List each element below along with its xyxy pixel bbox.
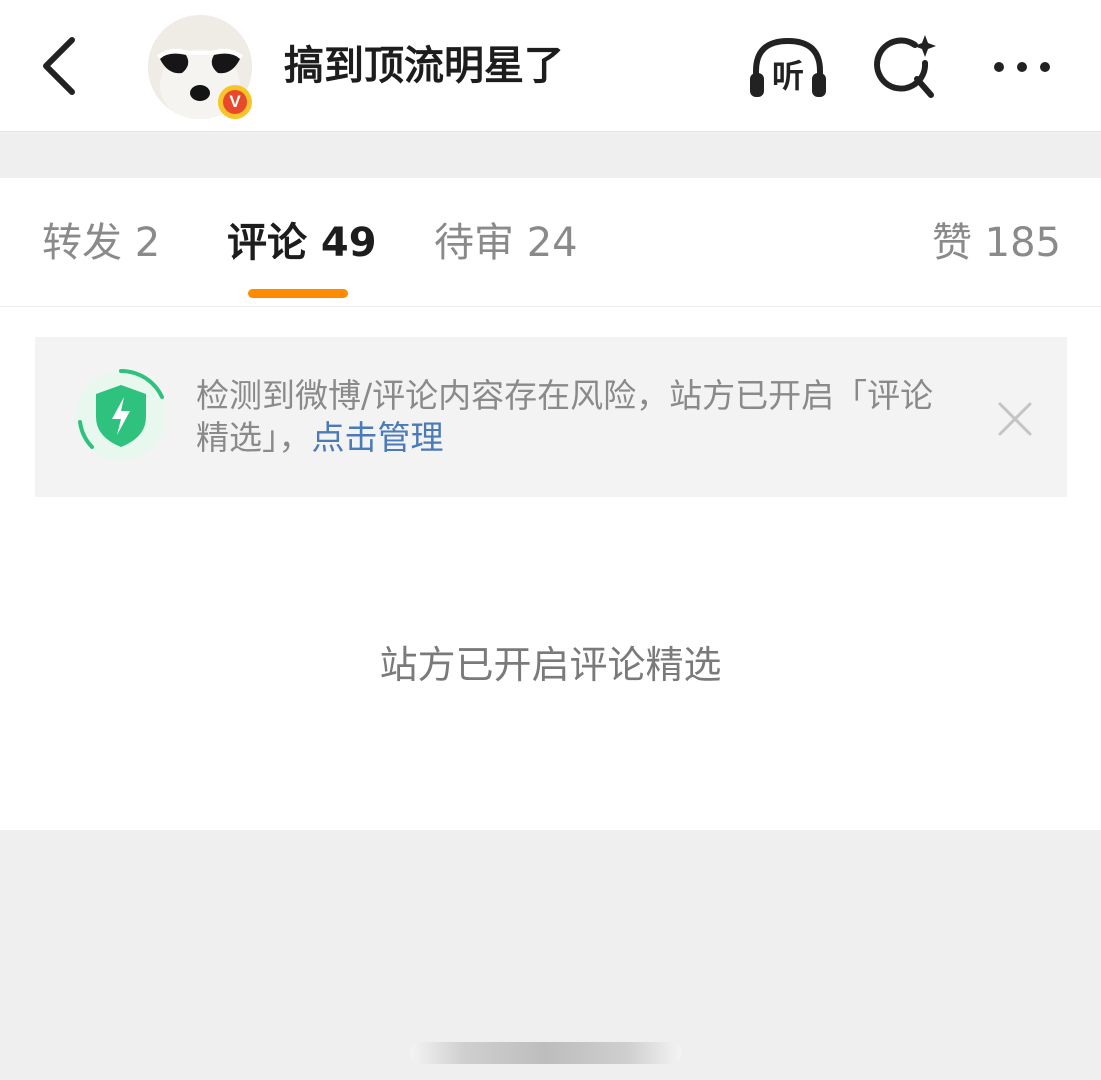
risk-notice-message: 检测到微博/评论内容存在风险，站方已开启「评论精选」，	[196, 376, 934, 457]
tab-repost[interactable]: 转发 2	[42, 216, 160, 270]
home-indicator[interactable]	[410, 1042, 682, 1064]
search-button[interactable]	[866, 30, 946, 104]
listen-icon: 听	[750, 37, 826, 97]
listen-button[interactable]: 听	[748, 30, 828, 104]
search-icon	[874, 35, 936, 98]
listen-icon-label: 听	[772, 57, 804, 95]
risk-notice-text: 检测到微博/评论内容存在风险，站方已开启「评论精选」，点击管理	[196, 375, 966, 459]
manage-link[interactable]: 点击管理	[312, 418, 444, 457]
weibo-comments-page: V 搞到顶流明星了 听 转发 2 评论 49 待审 24 赞 185 检测到微博…	[0, 0, 1101, 1080]
close-icon	[998, 402, 1032, 436]
tab-likes[interactable]: 赞 185	[932, 216, 1061, 270]
more-icon	[994, 62, 1050, 72]
back-icon	[43, 37, 75, 95]
shield-icon	[76, 368, 166, 461]
top-bar: V 搞到顶流明星了 听	[0, 0, 1101, 132]
more-button[interactable]	[982, 30, 1062, 104]
close-notice-button[interactable]	[994, 398, 1036, 440]
active-tab-indicator	[248, 289, 348, 298]
page-title: 搞到顶流明星了	[284, 43, 564, 89]
avatar[interactable]: V	[148, 15, 252, 119]
back-button[interactable]	[30, 28, 90, 104]
section-divider	[0, 132, 1101, 178]
tab-pending[interactable]: 待审 24	[434, 216, 578, 270]
tab-bar: 转发 2 评论 49 待审 24 赞 185	[0, 178, 1101, 307]
tab-comment[interactable]: 评论 49	[227, 216, 377, 270]
verified-badge: V	[218, 85, 252, 119]
empty-state-text: 站方已开启评论精选	[379, 643, 722, 687]
